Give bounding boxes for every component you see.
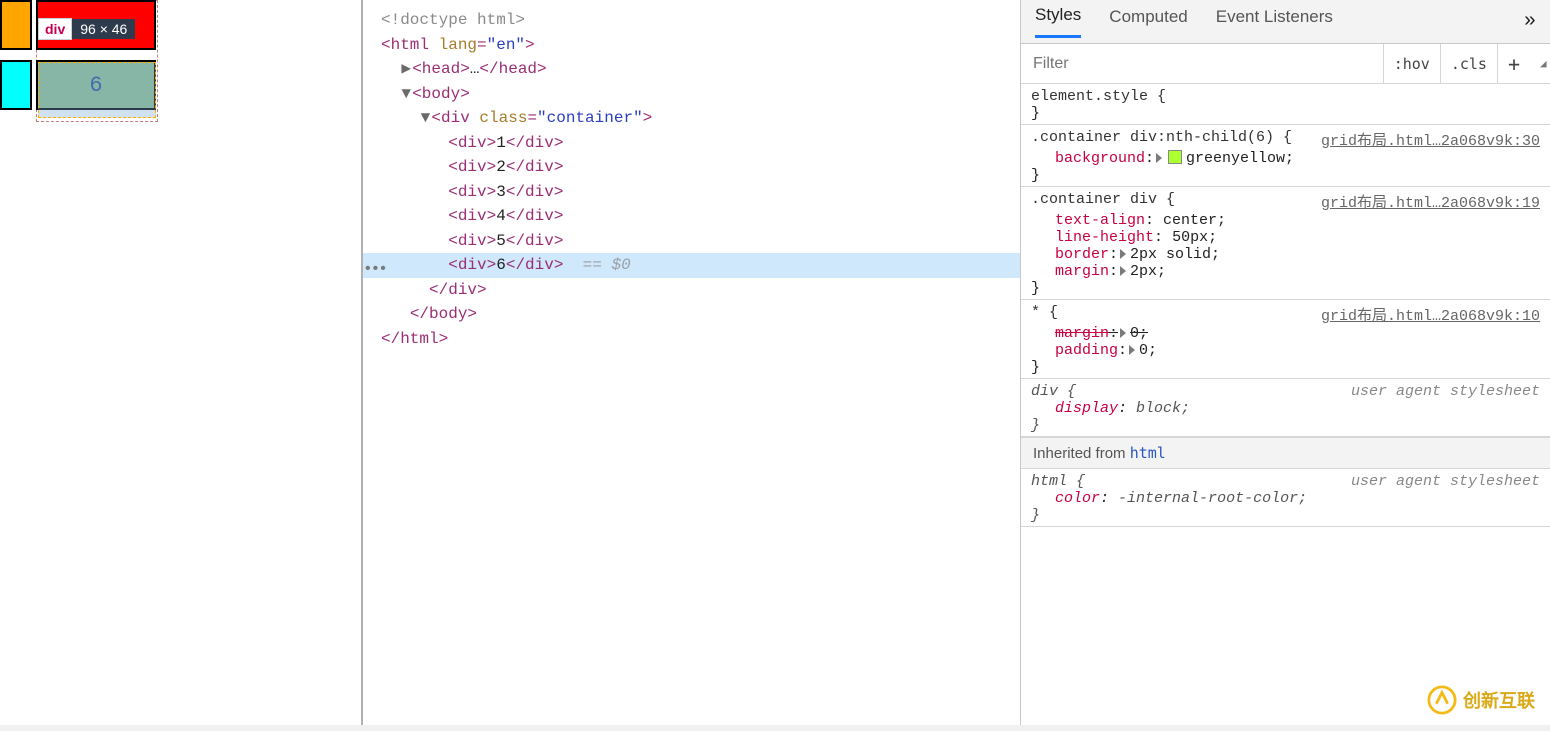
child-div-node[interactable]: <div>1</div>: [363, 131, 1020, 156]
rule-source: user agent stylesheet: [1351, 473, 1540, 490]
child-div-node-selected[interactable]: ••• <div>6</div> == $0: [363, 253, 1020, 278]
doctype-node[interactable]: <!doctype html>: [381, 11, 525, 29]
style-rule[interactable]: element.style {}: [1021, 84, 1550, 125]
inherited-separator: Inherited from html: [1021, 437, 1550, 469]
rule-source-link[interactable]: grid布局.html…2a068v9k:19: [1321, 191, 1540, 212]
grid-cell-4: [0, 0, 32, 50]
grid-cell-6-label: 6: [89, 73, 102, 98]
child-div-node[interactable]: <div>4</div>: [363, 204, 1020, 229]
grid-cell-?: [0, 60, 32, 110]
style-property[interactable]: text-align: center;: [1031, 212, 1540, 229]
rule-source: user agent stylesheet: [1351, 383, 1540, 400]
watermark-text: 创新互联: [1463, 687, 1535, 713]
collapse-toggle-icon[interactable]: ▼: [400, 82, 412, 107]
style-property[interactable]: display: block;: [1031, 400, 1540, 417]
style-rule[interactable]: html { user agent stylesheetcolor: -inter…: [1021, 469, 1550, 527]
style-property[interactable]: color: -internal-root-color;: [1031, 490, 1540, 507]
child-div-node[interactable]: <div>2</div>: [363, 155, 1020, 180]
rule-selector[interactable]: div {: [1031, 383, 1076, 400]
rule-close-brace: }: [1031, 417, 1540, 434]
hov-toggle[interactable]: :hov: [1383, 44, 1440, 83]
body-close-node[interactable]: </body>: [363, 302, 1020, 327]
rule-close-brace: }: [1031, 507, 1540, 524]
child-div-node[interactable]: <div>5</div>: [363, 229, 1020, 254]
selected-marker: == $0: [573, 256, 631, 274]
rule-selector[interactable]: .container div:nth-child(6) {: [1031, 129, 1292, 146]
style-property[interactable]: line-height: 50px;: [1031, 229, 1540, 246]
expand-shorthand-icon[interactable]: [1129, 345, 1135, 355]
expand-shorthand-icon[interactable]: [1120, 266, 1126, 276]
style-property[interactable]: padding:0;: [1031, 342, 1540, 359]
style-property[interactable]: border:2px solid;: [1031, 246, 1540, 263]
html-close-node[interactable]: </html>: [363, 327, 1020, 352]
container-close-node[interactable]: </div>: [363, 278, 1020, 303]
inspect-tooltip-tag: div: [38, 18, 72, 40]
rule-selector[interactable]: element.style {: [1031, 88, 1166, 105]
more-tabs-icon[interactable]: »: [1524, 10, 1536, 33]
new-style-rule-button[interactable]: +: [1497, 44, 1530, 83]
style-property[interactable]: background:greenyellow;: [1031, 150, 1540, 167]
inspect-tooltip-dims: 96 × 46: [72, 19, 135, 39]
rule-source-link[interactable]: grid布局.html…2a068v9k:10: [1321, 304, 1540, 325]
body-open-node[interactable]: ▼<body>: [363, 82, 1020, 107]
cls-toggle[interactable]: .cls: [1440, 44, 1497, 83]
rule-close-brace: }: [1031, 105, 1540, 122]
color-swatch-icon[interactable]: [1168, 150, 1182, 164]
styles-filter-bar: :hov .cls + ◢: [1021, 44, 1550, 84]
styles-filter-input[interactable]: [1021, 55, 1383, 73]
pin-icon[interactable]: ◢: [1530, 44, 1550, 83]
child-div-node[interactable]: <div>3</div>: [363, 180, 1020, 205]
rule-selector[interactable]: * {: [1031, 304, 1058, 321]
tab-event-listeners[interactable]: Event Listeners: [1216, 7, 1333, 37]
style-property[interactable]: margin:0;: [1031, 325, 1540, 342]
container-open-node[interactable]: ▼<div class="container">: [363, 106, 1020, 131]
inspect-tooltip: div 96 × 46: [38, 18, 135, 40]
style-rule[interactable]: .container div { grid布局.html…2a068v9k:19t…: [1021, 187, 1550, 300]
rule-close-brace: }: [1031, 359, 1540, 376]
styles-tabs: Styles Computed Event Listeners »: [1021, 0, 1550, 44]
style-rule[interactable]: * { grid布局.html…2a068v9k:10margin:0;paddi…: [1021, 300, 1550, 379]
rule-selector[interactable]: html {: [1031, 473, 1085, 490]
rule-selector[interactable]: .container div {: [1031, 191, 1175, 208]
style-rule[interactable]: div { user agent stylesheetdisplay: block…: [1021, 379, 1550, 437]
style-property[interactable]: margin:2px;: [1031, 263, 1540, 280]
tab-computed[interactable]: Computed: [1109, 7, 1187, 37]
expand-shorthand-icon[interactable]: [1120, 249, 1126, 259]
elements-dom-tree[interactable]: <!doctype html> <html lang="en"> ▶<head>…: [363, 0, 1020, 725]
head-node[interactable]: ▶<head>…</head>: [363, 57, 1020, 82]
tab-styles[interactable]: Styles: [1035, 5, 1081, 38]
watermark: 创新互联: [1427, 685, 1535, 715]
expand-shorthand-icon[interactable]: [1120, 328, 1126, 338]
grid-cell-6[interactable]: 6: [36, 60, 156, 110]
expand-toggle-icon[interactable]: ▶: [400, 57, 412, 82]
collapse-toggle-icon[interactable]: ▼: [419, 106, 431, 131]
html-open-node[interactable]: <html lang="en">: [363, 33, 1020, 58]
styles-rules-list: element.style {}.container div:nth-child…: [1021, 84, 1550, 725]
rule-source-link[interactable]: grid布局.html…2a068v9k:30: [1321, 129, 1540, 150]
expand-shorthand-icon[interactable]: [1156, 153, 1162, 163]
style-rule[interactable]: .container div:nth-child(6) { grid布局.html…: [1021, 125, 1550, 187]
more-actions-icon[interactable]: •••: [363, 257, 386, 282]
rule-close-brace: }: [1031, 167, 1540, 184]
rendered-page-preview: 6 div 96 × 46: [0, 0, 363, 725]
styles-sidebar: Styles Computed Event Listeners » :hov .…: [1020, 0, 1550, 725]
rule-close-brace: }: [1031, 280, 1540, 297]
